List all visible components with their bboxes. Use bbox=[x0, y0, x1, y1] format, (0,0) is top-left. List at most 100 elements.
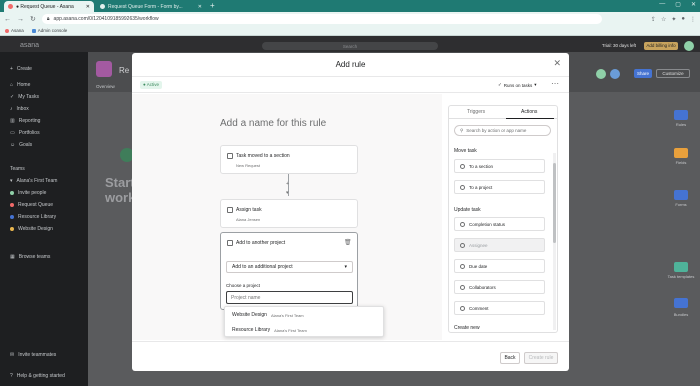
new-tab-icon[interactable]: + bbox=[210, 1, 215, 10]
panel-scrollbar[interactable] bbox=[553, 153, 556, 330]
sidebar-project-resource-library[interactable]: Resource Library bbox=[10, 214, 56, 220]
template-icon[interactable] bbox=[674, 262, 688, 272]
help-link[interactable]: ? Help & getting started bbox=[10, 373, 65, 379]
profile-icon[interactable]: ● bbox=[681, 16, 685, 23]
browser-tab-active[interactable]: ● Request Queue - Asana ✕ bbox=[4, 1, 94, 12]
list-item[interactable]: Resource Library Alana's First Team bbox=[225, 323, 385, 337]
assign-sub: Alana Jensen bbox=[236, 217, 261, 222]
bookmarks-bar: Asana Admin console bbox=[0, 26, 700, 36]
project-icon bbox=[227, 240, 233, 246]
list-item[interactable]: Website Design Alana's First Team bbox=[225, 308, 385, 322]
action-collaborators[interactable]: Collaborators bbox=[454, 280, 545, 294]
bookmark-admin[interactable]: Admin console bbox=[31, 28, 67, 33]
scroll-thumb[interactable] bbox=[553, 163, 556, 243]
chevron-down-icon: ▾ bbox=[344, 264, 347, 270]
browser-tab[interactable]: Request Queue Form - Form by... ✕ bbox=[96, 1, 206, 12]
tab-actions[interactable]: Actions bbox=[521, 109, 537, 115]
tab-triggers[interactable]: Triggers bbox=[467, 109, 485, 115]
rule-name-field[interactable]: Add a name for this rule bbox=[220, 118, 326, 129]
sidebar: + Create ⌂ Home ✓ My Tasks ♪ Inbox ▥ Reportin… bbox=[0, 52, 88, 386]
close-window-icon[interactable]: ✕ bbox=[691, 1, 696, 8]
asana-favicon-icon bbox=[8, 4, 13, 9]
action-assignee: Assignee bbox=[454, 238, 545, 252]
bundle-icon[interactable] bbox=[674, 298, 688, 308]
project-icon bbox=[460, 184, 465, 190]
close-tab-icon[interactable]: ✕ bbox=[86, 4, 90, 10]
sidebar-item-goals[interactable]: ☺ Goals bbox=[10, 142, 32, 148]
status-badge[interactable]: ● Active bbox=[140, 81, 162, 89]
section-update-task: Update task bbox=[454, 207, 481, 213]
create-button[interactable]: + Create bbox=[10, 66, 32, 72]
modal-title: Add rule bbox=[335, 60, 366, 69]
browse-teams[interactable]: ▦ Browse teams bbox=[10, 254, 50, 260]
check-circle-icon bbox=[460, 221, 465, 227]
project-dropdown: Website Design Alana's First Team Resour… bbox=[224, 306, 384, 337]
project-name-input[interactable] bbox=[226, 291, 353, 304]
lightning-icon[interactable] bbox=[674, 148, 688, 158]
action-comment[interactable]: Comment bbox=[454, 301, 545, 315]
forward-arrow-icon[interactable]: → bbox=[17, 16, 24, 23]
modal-subheader: ● Active ✓ Runs on tasks ▾ ⋯ bbox=[132, 77, 569, 93]
runs-on-dropdown[interactable]: ✓ Runs on tasks ▾ bbox=[498, 82, 537, 88]
reload-icon[interactable]: ↻ bbox=[30, 15, 36, 23]
invite-people[interactable]: Invite people bbox=[10, 190, 46, 196]
menu-dots-icon[interactable]: ⋮ bbox=[690, 16, 696, 23]
trash-icon[interactable]: 🗑︎ bbox=[344, 239, 352, 246]
star-icon[interactable]: ☆ bbox=[661, 16, 666, 23]
billing-button[interactable]: Add billing info bbox=[644, 42, 678, 50]
action-search-input[interactable]: ⚲ Search by action or app name bbox=[454, 125, 551, 136]
team-name[interactable]: ▾ Alana's First Team bbox=[10, 178, 57, 184]
close-icon[interactable]: ✕ bbox=[553, 58, 561, 69]
more-options-icon[interactable]: ⋯ bbox=[551, 79, 559, 88]
add-step-icon[interactable]: + bbox=[286, 181, 289, 187]
create-rule-button[interactable]: Create rule bbox=[524, 352, 558, 364]
customize-button[interactable]: Customize bbox=[656, 69, 690, 78]
invite-teammates[interactable]: ✉ Invite teammates bbox=[10, 352, 56, 358]
rail-label: Fields bbox=[675, 160, 687, 165]
project-icon bbox=[96, 61, 112, 77]
trigger-card[interactable]: Task moved to a section New Request bbox=[220, 145, 358, 174]
extensions: ⇪ ☆ ✦ ● ⋮ bbox=[651, 16, 696, 23]
rules-icon[interactable] bbox=[674, 110, 688, 120]
asana-logo[interactable]: asana bbox=[20, 42, 39, 49]
assign-card[interactable]: Assign task Alana Jensen bbox=[220, 199, 358, 228]
panel-tabs: Triggers Actions bbox=[449, 106, 557, 119]
puzzle-icon[interactable]: ✦ bbox=[671, 16, 676, 23]
action-to-section[interactable]: To a section bbox=[454, 159, 545, 173]
people-icon bbox=[460, 284, 465, 290]
action-due-date[interactable]: Due date bbox=[454, 259, 545, 273]
rail-label: Rules bbox=[675, 122, 687, 127]
sidebar-item-reporting[interactable]: ▥ Reporting bbox=[10, 118, 40, 124]
maximize-icon[interactable]: ▢ bbox=[675, 1, 681, 8]
sidebar-project-website-design[interactable]: Website Design bbox=[10, 226, 53, 232]
share-icon[interactable]: ⇪ bbox=[651, 16, 656, 23]
avatar[interactable] bbox=[684, 41, 694, 51]
grid-icon: ▦ bbox=[10, 254, 15, 260]
avatar[interactable] bbox=[610, 69, 620, 79]
project-action-select[interactable]: Add to an additional project ▾ bbox=[226, 261, 353, 273]
minimize-icon[interactable]: — bbox=[659, 1, 665, 8]
sidebar-item-portfolios[interactable]: ▭ Portfolios bbox=[10, 130, 40, 136]
back-button[interactable]: Back bbox=[500, 352, 520, 364]
global-search[interactable]: Search bbox=[262, 42, 438, 50]
sidebar-item-my-tasks[interactable]: ✓ My Tasks bbox=[10, 94, 39, 100]
sidebar-item-home[interactable]: ⌂ Home bbox=[10, 82, 30, 88]
customize-rail: Rules Fields Forms Task templates Bundle… bbox=[662, 92, 700, 386]
avatar[interactable] bbox=[596, 69, 606, 79]
help-icon: ? bbox=[10, 373, 13, 379]
form-icon[interactable] bbox=[674, 190, 688, 200]
sidebar-project-request-queue[interactable]: Request Queue bbox=[10, 202, 53, 208]
tab-overview[interactable]: Overview bbox=[96, 84, 115, 89]
sidebar-item-inbox[interactable]: ♪ Inbox bbox=[10, 106, 29, 112]
action-to-project[interactable]: To a project bbox=[454, 180, 545, 194]
trial-text[interactable]: Trial: 30 days left bbox=[602, 43, 636, 48]
close-tab-icon[interactable]: ✕ bbox=[198, 4, 202, 10]
share-button[interactable]: Share bbox=[634, 69, 652, 78]
back-arrow-icon[interactable]: ← bbox=[4, 16, 11, 23]
user-icon bbox=[227, 207, 233, 213]
asana-icon bbox=[5, 28, 9, 33]
chart-icon: ▥ bbox=[10, 118, 15, 124]
bookmark-asana[interactable]: Asana bbox=[5, 28, 24, 33]
action-completion-status[interactable]: Completion status bbox=[454, 217, 545, 231]
url-field[interactable]: 🔒︎ app.asana.com/0/1204109185992635/work… bbox=[41, 14, 602, 24]
